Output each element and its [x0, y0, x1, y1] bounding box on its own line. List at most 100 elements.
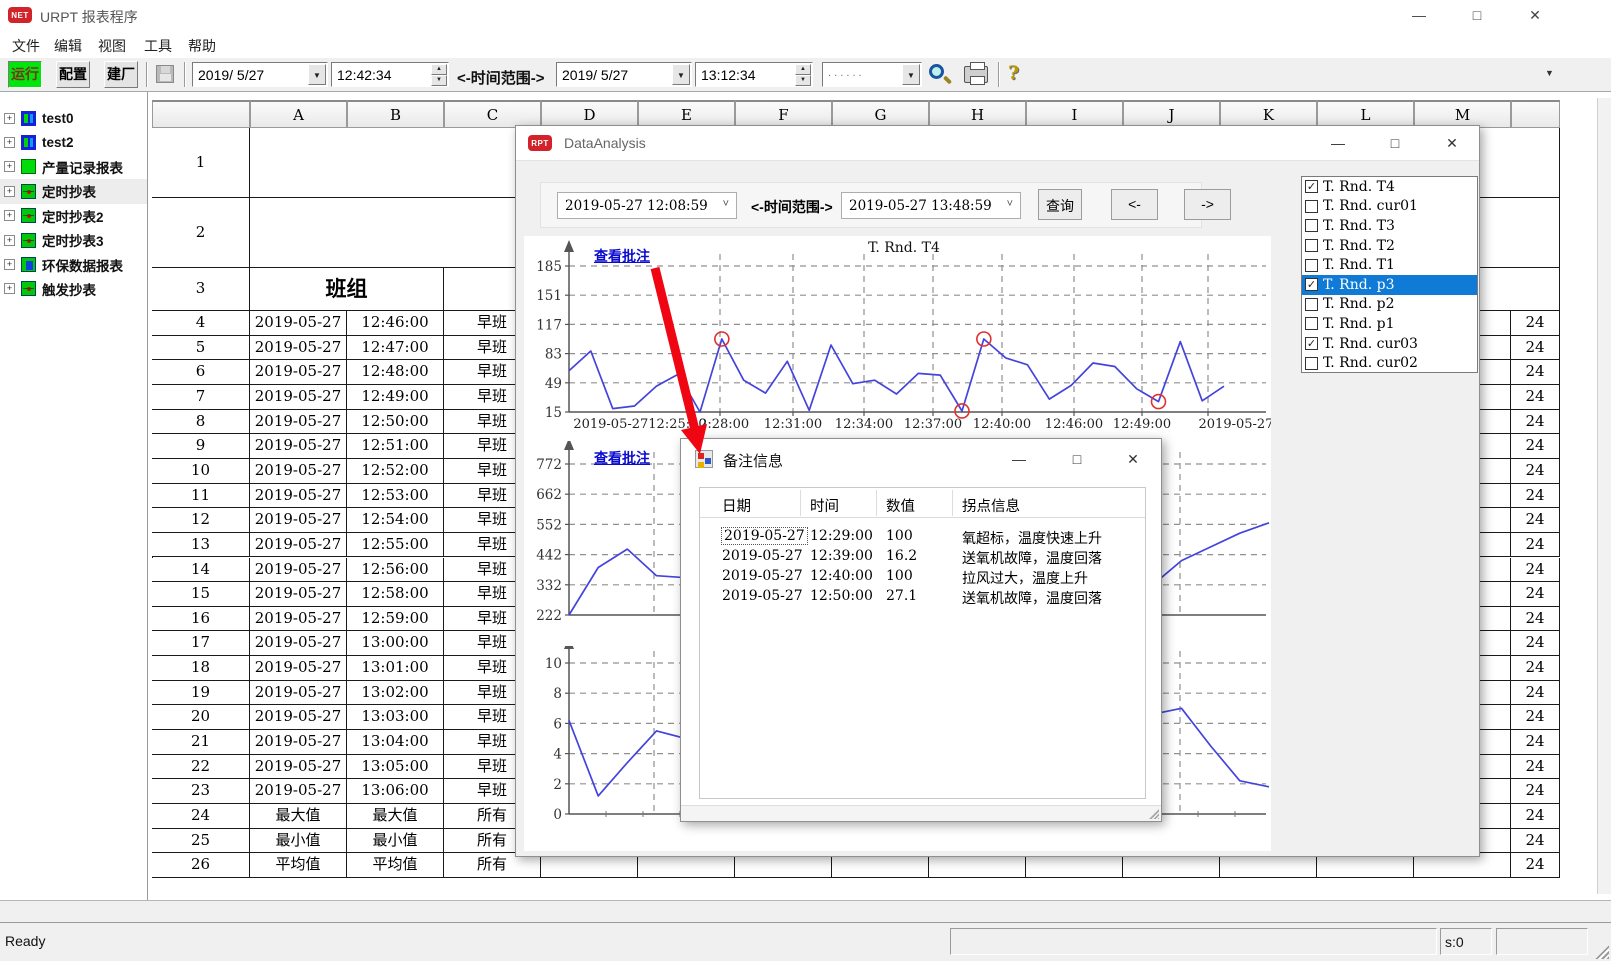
cell-last[interactable]: 24 — [1511, 705, 1560, 730]
spinner-buttons[interactable]: ▲▼ — [431, 64, 447, 85]
spin-up-icon[interactable]: ▲ — [795, 64, 811, 75]
column-header-L[interactable]: L — [1317, 100, 1414, 128]
annotation-cell[interactable]: 拉风过大，温度上升 — [962, 568, 1088, 588]
tree-item-2[interactable]: +产量记录报表 — [0, 155, 147, 179]
cell-date[interactable]: 2019-05-27 — [250, 582, 347, 607]
row-header-9[interactable]: 9 — [152, 434, 250, 459]
cell-last[interactable]: 24 — [1511, 730, 1560, 755]
note-close-button[interactable]: ✕ — [1111, 446, 1155, 473]
row-header-17[interactable]: 17 — [152, 631, 250, 656]
cell-last[interactable]: 24 — [1511, 829, 1560, 854]
column-header-F[interactable]: F — [735, 100, 832, 128]
cell-time[interactable]: 12:48:00 — [347, 360, 444, 385]
cell-last[interactable]: 24 — [1511, 607, 1560, 632]
expand-plus-icon[interactable]: + — [4, 259, 15, 270]
unchecked-checkbox-icon[interactable] — [1305, 239, 1318, 252]
save-icon[interactable] — [156, 65, 174, 83]
annotation-cell[interactable]: 100 — [886, 528, 913, 544]
cell-date[interactable]: 2019-05-27 — [250, 631, 347, 656]
spin-down-icon[interactable]: ▼ — [431, 75, 447, 86]
dialog-close-button[interactable]: ✕ — [1430, 130, 1474, 157]
column-header-K[interactable]: K — [1220, 100, 1317, 128]
row-header-22[interactable]: 22 — [152, 755, 250, 780]
row-header-21[interactable]: 21 — [152, 730, 250, 755]
annotation-cell[interactable]: 2019-05-27 — [722, 528, 807, 544]
expand-plus-icon[interactable]: + — [4, 235, 15, 246]
row-header-24[interactable]: 24 — [152, 804, 250, 829]
row-header-14[interactable]: 14 — [152, 558, 250, 583]
chevron-down-icon[interactable]: ▼ — [902, 64, 920, 85]
cell-time[interactable]: 12:47:00 — [347, 336, 444, 361]
cell-date[interactable]: 最大值 — [250, 804, 347, 829]
series-item-8[interactable]: ✓T. Rnd. cur03 — [1302, 334, 1477, 354]
row-header-18[interactable]: 18 — [152, 656, 250, 681]
annotation-cell[interactable]: 27.1 — [886, 588, 917, 604]
series-item-3[interactable]: T. Rnd. T2 — [1302, 236, 1477, 256]
row-header-16[interactable]: 16 — [152, 607, 250, 632]
cell-date[interactable]: 2019-05-27 — [250, 336, 347, 361]
series-item-6[interactable]: T. Rnd. p2 — [1302, 295, 1477, 315]
cell-time[interactable]: 13:05:00 — [347, 755, 444, 780]
unchecked-checkbox-icon[interactable] — [1305, 298, 1318, 311]
cell-time[interactable]: 最小值 — [347, 829, 444, 854]
column-header-corner[interactable] — [152, 100, 250, 128]
annotation-cell[interactable]: 100 — [886, 568, 913, 584]
cell-last[interactable]: 24 — [1511, 582, 1560, 607]
cell-last[interactable]: 24 — [1511, 484, 1560, 509]
expand-plus-icon[interactable]: + — [4, 161, 15, 172]
cell-time[interactable]: 12:50:00 — [347, 410, 444, 435]
row-header-13[interactable]: 13 — [152, 533, 250, 558]
annotation-cell[interactable]: 2019-05-27 — [722, 588, 803, 604]
search-icon[interactable] — [928, 63, 952, 87]
tree-item-7[interactable]: +触发抄表 — [0, 277, 147, 301]
cell-last[interactable]: 24 — [1511, 360, 1560, 385]
window-maximize-button[interactable]: □ — [1456, 2, 1498, 28]
cell-last[interactable]: 24 — [1511, 434, 1560, 459]
annotation-column-3[interactable]: 拐点信息 — [962, 495, 1020, 516]
cell-last[interactable]: 24 — [1511, 508, 1560, 533]
window-close-button[interactable]: ✕ — [1514, 2, 1556, 28]
annotation-column-2[interactable]: 数值 — [886, 495, 915, 516]
row-header-15[interactable]: 15 — [152, 582, 250, 607]
cell-date[interactable]: 2019-05-27 — [250, 360, 347, 385]
note-maximize-button[interactable]: □ — [1055, 446, 1099, 473]
annotation-cell[interactable]: 氧超标，温度快速上升 — [962, 528, 1102, 548]
annotation-cell[interactable]: 12:39:00 — [810, 548, 873, 564]
range-from-combobox[interactable]: 2019-05-27 12:08:59 ˅ — [557, 192, 737, 219]
time-to-spinner[interactable]: 13:12:34 ▲▼ — [695, 62, 813, 87]
cell-time[interactable]: 12:49:00 — [347, 385, 444, 410]
column-header-I[interactable]: I — [1026, 100, 1123, 128]
series-item-5[interactable]: ✓T. Rnd. p3 — [1302, 275, 1477, 295]
range-to-combobox[interactable]: 2019-05-27 13:48:59 ˅ — [841, 192, 1021, 219]
tree-item-4[interactable]: +定时抄表2 — [0, 204, 147, 228]
cell-time[interactable]: 13:04:00 — [347, 730, 444, 755]
row-header-20[interactable]: 20 — [152, 705, 250, 730]
query-button[interactable]: 查询 — [1038, 189, 1082, 220]
annotation-column-0[interactable]: 日期 — [722, 495, 751, 516]
cell-date[interactable]: 2019-05-27 — [250, 484, 347, 509]
cell-time[interactable]: 12:55:00 — [347, 533, 444, 558]
time-from-spinner[interactable]: 12:42:34 ▲▼ — [331, 62, 449, 87]
cell-last[interactable]: 24 — [1511, 336, 1560, 361]
cell-date[interactable]: 2019-05-27 — [250, 656, 347, 681]
resize-grip-icon[interactable] — [1595, 945, 1609, 959]
row-header-19[interactable]: 19 — [152, 681, 250, 706]
series-item-7[interactable]: T. Rnd. p1 — [1302, 314, 1477, 334]
spin-down-icon[interactable]: ▼ — [795, 75, 811, 86]
chevron-down-icon[interactable]: ▼ — [308, 64, 326, 85]
view-annotation-link-1[interactable]: 查看批注 — [594, 246, 650, 266]
row-header-2[interactable]: 2 — [152, 198, 250, 268]
expand-plus-icon[interactable]: + — [4, 113, 15, 124]
cell-date[interactable]: 2019-05-27 — [250, 779, 347, 804]
cell-time[interactable]: 12:59:00 — [347, 607, 444, 632]
cell-date[interactable]: 2019-05-27 — [250, 385, 347, 410]
column-header-E[interactable]: E — [638, 100, 735, 128]
window-minimize-button[interactable]: — — [1398, 2, 1440, 28]
cell-last[interactable]: 24 — [1511, 656, 1560, 681]
menu-help[interactable]: 帮助 — [182, 34, 222, 58]
unchecked-checkbox-icon[interactable] — [1305, 200, 1318, 213]
column-header-D[interactable]: D — [541, 100, 638, 128]
annotation-cell[interactable]: 12:40:00 — [810, 568, 873, 584]
cell-date[interactable]: 2019-05-27 — [250, 508, 347, 533]
menu-file[interactable]: 文件 — [6, 34, 46, 58]
